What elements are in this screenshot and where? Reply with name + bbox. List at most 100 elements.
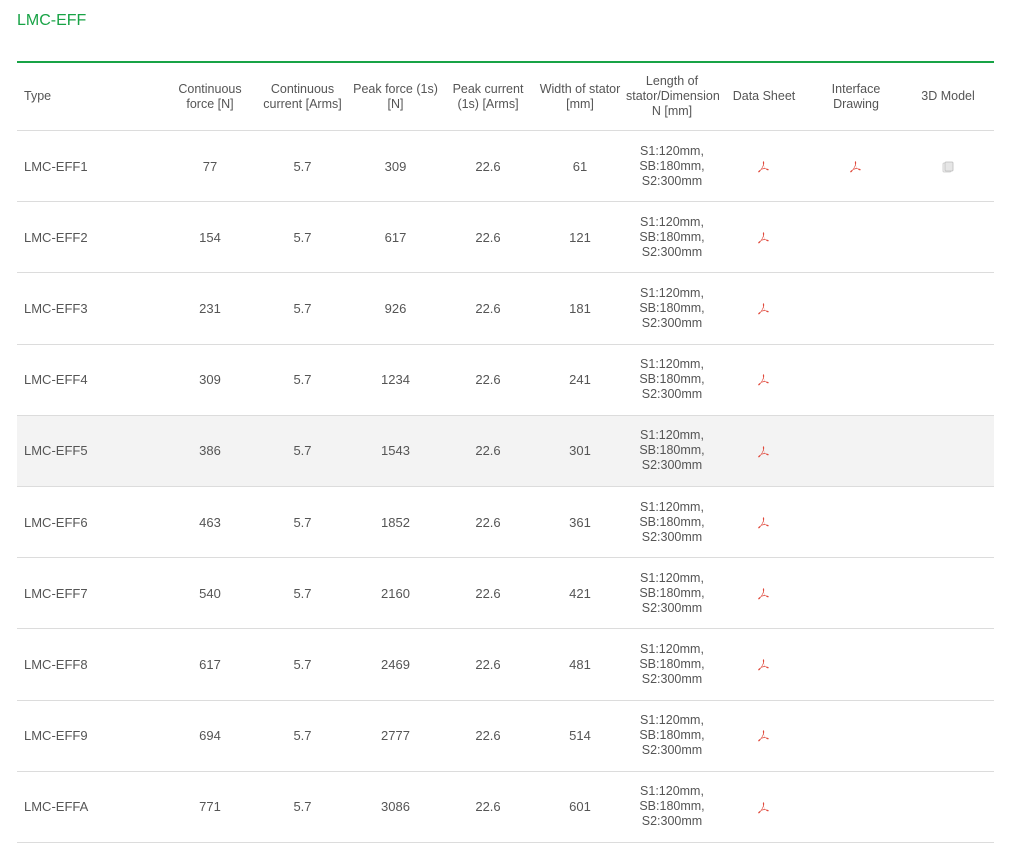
table-row: LMC-EFF5 386 5.7 1543 22.6 301 S1:120mm, SB:18…	[17, 415, 994, 487]
table-row: LMC-EFF1 77 5.7 309 22.6 61 S1:120mm, SB:180mm…	[17, 131, 994, 203]
pdf-icon[interactable]	[757, 160, 771, 174]
cell-peak-force: 1852	[381, 514, 410, 530]
table-row: LMC-EFF8 617 5.7 2469 22.6 481 S1:120mm, SB:18…	[17, 629, 994, 701]
cell-type: LMC-EFF8	[24, 656, 88, 672]
cell-peak-force: 2469	[381, 656, 410, 672]
cell-data-sheet	[718, 585, 810, 601]
cell-stator-length: S1:120mm, SB:180mm, S2:300mm	[639, 713, 705, 758]
header-peak-force: Peak force (1s) [N]	[353, 81, 438, 111]
cell-data-sheet	[718, 301, 810, 317]
table-header: Type Continuous force [N] Continuous cur…	[17, 63, 994, 131]
pdf-icon[interactable]	[757, 658, 771, 672]
cell-type: LMC-EFF4	[24, 372, 88, 388]
header-data-sheet: Data Sheet	[732, 89, 796, 103]
cell-type: LMC-EFF7	[24, 585, 88, 601]
pdf-icon[interactable]	[757, 373, 771, 387]
cell-peak-force: 926	[384, 300, 407, 316]
cell-stator-width: 301	[569, 443, 591, 459]
table-row: LMC-EFF2 154 5.7 617 22.6 121 S1:120mm, SB:180…	[17, 202, 994, 274]
cell-data-sheet	[718, 657, 810, 673]
cell-peak-current: 22.6	[475, 585, 501, 601]
pdf-icon[interactable]	[757, 445, 771, 459]
cell-stator-length: S1:120mm, SB:180mm, S2:300mm	[639, 214, 705, 259]
cell-stator-width: 61	[572, 158, 588, 174]
cell-peak-force: 3086	[381, 799, 410, 815]
header-stator-width: Width of stator [mm]	[539, 81, 621, 111]
table-row: LMC-EFF4 309 5.7 1234 22.6 241 S1:120mm, SB:18…	[17, 345, 994, 416]
cell-peak-current: 22.6	[475, 514, 501, 530]
cell-peak-force: 617	[384, 229, 407, 245]
cell-peak-current: 22.6	[475, 799, 501, 815]
cell-peak-force: 1234	[381, 372, 410, 388]
header-stator-length: Length of stator/Dimension N [mm]	[626, 74, 720, 118]
cell-stator-length: S1:120mm, SB:180mm, S2:300mm	[639, 784, 705, 829]
pdf-icon[interactable]	[757, 231, 771, 245]
cell-stator-length: S1:120mm, SB:180mm, S2:300mm	[639, 499, 705, 544]
header-3d-model: 3D Model	[921, 89, 975, 103]
header-continuous-current: Continuous current [Arms]	[263, 81, 342, 111]
header-peak-current: Peak current (1s) [Arms]	[452, 81, 524, 111]
cell-stator-width: 361	[569, 514, 591, 530]
cell-stator-width: 601	[569, 799, 591, 815]
cell-continuous-current: 5.7	[293, 585, 312, 601]
cell-peak-force: 1543	[381, 443, 410, 459]
cell-continuous-force: 231	[199, 300, 221, 316]
pdf-icon[interactable]	[757, 729, 771, 743]
cell-continuous-force: 540	[199, 585, 221, 601]
pdf-icon[interactable]	[849, 160, 863, 174]
cell-peak-force: 309	[384, 158, 407, 174]
cell-stator-length: S1:120mm, SB:180mm, S2:300mm	[639, 285, 705, 330]
cell-continuous-force: 77	[202, 158, 218, 174]
cell-continuous-current: 5.7	[293, 514, 312, 530]
3d-model-icon[interactable]	[941, 160, 955, 174]
cell-continuous-force: 386	[199, 443, 221, 459]
cell-stator-length: S1:120mm, SB:180mm, S2:300mm	[639, 357, 705, 402]
cell-continuous-current: 5.7	[293, 372, 312, 388]
table-body: LMC-EFF1 77 5.7 309 22.6 61 S1:120mm, SB:180mm…	[17, 131, 994, 843]
pdf-icon[interactable]	[757, 516, 771, 530]
cell-continuous-current: 5.7	[293, 229, 312, 245]
product-table: Type Continuous force [N] Continuous cur…	[17, 63, 994, 843]
cell-stator-width: 514	[569, 728, 591, 744]
pdf-icon[interactable]	[757, 302, 771, 316]
cell-peak-current: 22.6	[475, 728, 501, 744]
cell-3d-model	[902, 158, 994, 174]
header-continuous-force: Continuous force [N]	[178, 81, 242, 111]
cell-stator-width: 421	[569, 585, 591, 601]
table-row: LMC-EFF7 540 5.7 2160 22.6 421 S1:120mm, SB:18…	[17, 558, 994, 630]
cell-type: LMC-EFF1	[24, 158, 88, 174]
cell-continuous-force: 309	[199, 372, 221, 388]
table-row: LMC-EFFA 771 5.7 3086 22.6 601 S1:120mm, SB:18…	[17, 772, 994, 843]
cell-stator-length: S1:120mm, SB:180mm, S2:300mm	[639, 143, 705, 188]
cell-stator-width: 241	[569, 372, 591, 388]
cell-peak-current: 22.6	[475, 229, 501, 245]
header-type: Type	[24, 89, 52, 103]
cell-type: LMC-EFF3	[24, 300, 88, 316]
pdf-icon[interactable]	[757, 801, 771, 815]
cell-peak-current: 22.6	[475, 443, 501, 459]
cell-type: LMC-EFF2	[24, 229, 88, 245]
header-interface-drawing: Interface Drawing	[831, 81, 881, 111]
cell-peak-current: 22.6	[475, 656, 501, 672]
cell-stator-length: S1:120mm, SB:180mm, S2:300mm	[639, 570, 705, 615]
cell-continuous-force: 463	[199, 514, 221, 530]
cell-data-sheet	[718, 158, 810, 174]
cell-continuous-current: 5.7	[293, 300, 312, 316]
pdf-icon[interactable]	[757, 587, 771, 601]
cell-type: LMC-EFF9	[24, 728, 88, 744]
cell-data-sheet	[718, 443, 810, 459]
cell-stator-width: 181	[569, 300, 591, 316]
cell-data-sheet	[718, 799, 810, 815]
cell-stator-width: 121	[569, 229, 591, 245]
cell-continuous-current: 5.7	[293, 656, 312, 672]
cell-data-sheet	[718, 230, 810, 246]
cell-continuous-force: 617	[199, 656, 221, 672]
cell-continuous-force: 694	[199, 728, 221, 744]
cell-peak-current: 22.6	[475, 158, 501, 174]
cell-stator-width: 481	[569, 656, 591, 672]
cell-interface-drawing	[810, 158, 902, 174]
cell-peak-current: 22.6	[475, 300, 501, 316]
cell-continuous-current: 5.7	[293, 799, 312, 815]
cell-peak-force: 2777	[381, 728, 410, 744]
cell-continuous-current: 5.7	[293, 443, 312, 459]
